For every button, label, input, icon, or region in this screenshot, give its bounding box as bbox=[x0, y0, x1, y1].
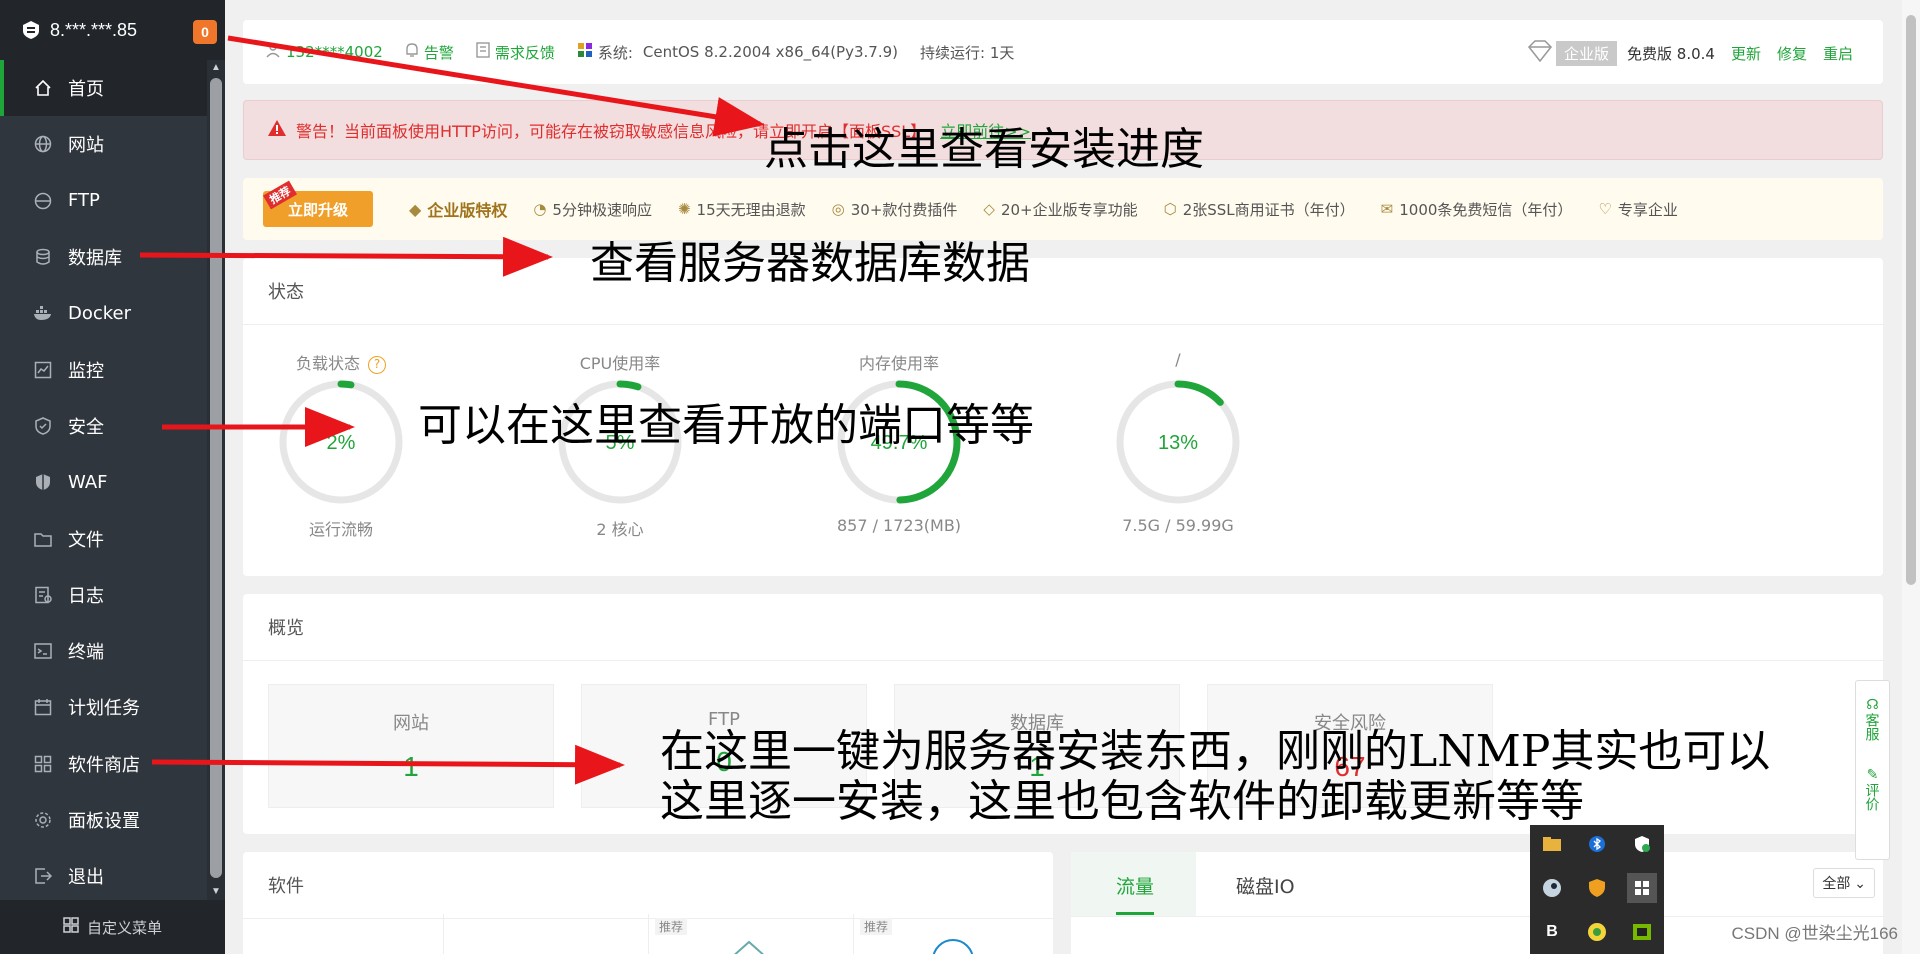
annotation-database: 查看服务器数据库数据 bbox=[590, 238, 1030, 289]
annotation-software-line2: 这里逐一安装，这里也包含软件的卸载更新等等 bbox=[660, 776, 1584, 827]
annotation-ports: 可以在这里查看开放的端口等等 bbox=[418, 400, 1034, 451]
arrow-to-software-store bbox=[151, 744, 625, 785]
arrow-to-database bbox=[139, 236, 553, 277]
watermark: CSDN @世染尘光166 bbox=[1731, 924, 1898, 943]
arrow-to-badge bbox=[227, 35, 765, 137]
annotation-install-progress: 点击这里查看安装进度 bbox=[764, 124, 1204, 175]
annotation-software-line1: 在这里一键为服务器安装东西，刚刚的LNMP其实也可以 bbox=[660, 726, 1771, 777]
